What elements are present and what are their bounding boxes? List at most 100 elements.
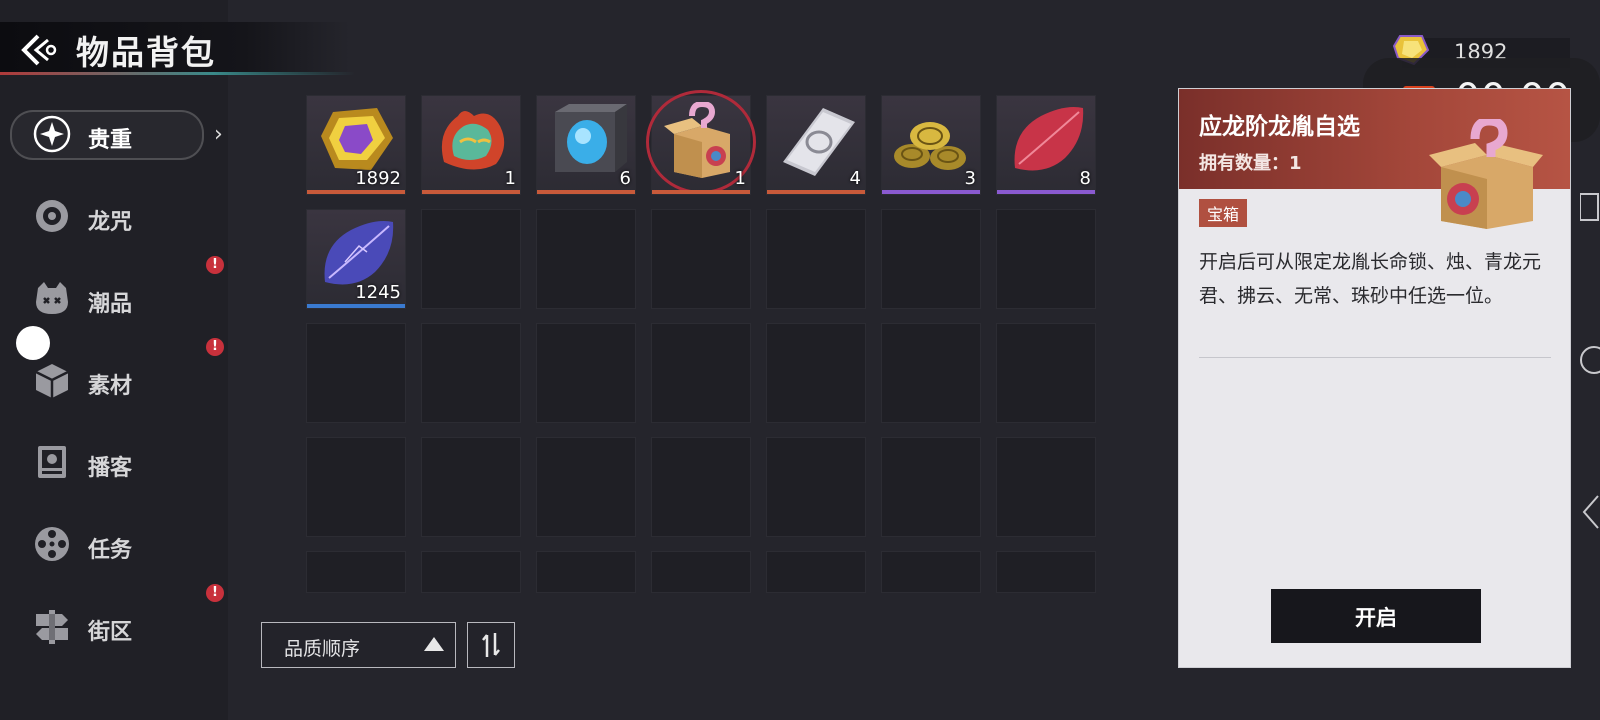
item-count: 1892 (355, 168, 401, 189)
recents-icon[interactable] (1580, 193, 1599, 221)
back-icon[interactable] (1582, 495, 1599, 529)
inventory-slot-empty (766, 209, 866, 309)
chevron-right-icon: › (214, 122, 223, 147)
back-arrow-icon (21, 34, 57, 66)
sparkle-icon (33, 115, 71, 153)
item-count: 1 (504, 168, 516, 189)
inventory-slot-empty (766, 551, 866, 593)
rarity-bar (422, 190, 520, 194)
rarity-bar (307, 190, 405, 194)
sort-order-icon (482, 633, 500, 657)
inventory-slot-empty (421, 209, 521, 309)
sidebar-item-trendy[interactable]: 潮品 (0, 266, 228, 330)
inventory-slot-empty (881, 551, 981, 593)
owned-count: 拥有数量：1 (1199, 153, 1302, 174)
notification-badge: ! (206, 256, 224, 274)
blue-leaf-icon (324, 221, 394, 285)
mystery-box-icon (664, 102, 730, 178)
sidebar-item-district[interactable]: 街区 (0, 594, 228, 658)
item-detail-panel: 应龙阶龙胤自选 拥有数量：1 宝箱 开启后可从限定龙胤长命锁、烛、青龙元君、拂云… (1178, 88, 1571, 668)
inventory-slot-empty (536, 437, 636, 537)
inventory-slot-empty (651, 437, 751, 537)
podcast-icon (38, 446, 66, 478)
inventory-slot-empty (996, 551, 1096, 593)
sidebar-item-tasks[interactable]: 任务 (0, 512, 228, 576)
inventory-slot-gold-coins[interactable]: 3 (881, 95, 981, 195)
item-name: 应龙阶龙胤自选 (1199, 114, 1360, 140)
inventory-slot-mystery-box[interactable]: 1 (646, 90, 756, 195)
inventory-slot-silver-ticket[interactable]: 4 (766, 95, 866, 195)
inventory-slot-empty (306, 551, 406, 593)
rarity-bar (307, 304, 405, 308)
floating-assist-button[interactable] (16, 326, 50, 360)
sidebar-item-label: 任务 (88, 538, 133, 563)
inventory-slot-empty (306, 323, 406, 423)
sidebar-item-podcast[interactable]: 播客 (0, 430, 228, 494)
item-count: 3 (964, 168, 976, 189)
rarity-bar (767, 190, 865, 194)
flame-mask-icon (441, 111, 505, 170)
inventory-slot-empty (996, 323, 1096, 423)
inventory-slot-red-leaf[interactable]: 8 (996, 95, 1096, 195)
red-leaf-icon (1014, 107, 1084, 171)
inventory-slot-empty (766, 323, 866, 423)
sidebar-item-label: 播客 (88, 456, 133, 481)
home-icon[interactable] (1580, 346, 1600, 374)
sidebar-item-label: 素材 (88, 374, 133, 399)
rarity-bar (652, 190, 750, 194)
page-title: 物品背包 (76, 33, 216, 72)
item-count: 1 (734, 168, 746, 189)
inventory-slot-blue-leaf[interactable]: 1245 (306, 209, 406, 309)
item-description: 开启后可从限定龙胤长命锁、烛、青龙元君、拂云、无常、珠砂中任选一位。 (1199, 251, 1542, 307)
inventory-slot-empty (881, 323, 981, 423)
item-count: 1245 (355, 282, 401, 303)
item-count: 8 (1079, 168, 1091, 189)
inventory-slot-empty (421, 323, 521, 423)
rarity-bar (997, 190, 1095, 194)
sort-label: 品质顺序 (284, 638, 361, 660)
system-nav-bar (1580, 193, 1600, 529)
blue-cube-icon (555, 104, 627, 172)
inventory-slot-blue-cube[interactable]: 6 (536, 95, 636, 195)
item-count: 6 (619, 168, 631, 189)
sidebar-item-label: 龙咒 (88, 210, 133, 235)
gold-coins-icon (894, 122, 966, 170)
cat-face-icon (36, 282, 68, 314)
inventory-slot-empty (881, 209, 981, 309)
back-button[interactable] (18, 30, 62, 70)
box-icon (35, 364, 69, 398)
open-button[interactable]: 开启 (1271, 589, 1481, 643)
inventory-slot-gem[interactable]: 1892 (306, 95, 406, 195)
sort-order-toggle[interactable] (467, 622, 515, 668)
sort-dropdown[interactable]: 品质顺序 (261, 622, 456, 668)
notification-badge: ! (206, 338, 224, 356)
inventory-slot-flame-mask[interactable]: 1 (421, 95, 521, 195)
sidebar-item-dragon-curse[interactable]: 龙咒 (0, 184, 228, 248)
rarity-bar (882, 190, 980, 194)
divider (1199, 357, 1551, 358)
silver-ticket-icon (783, 108, 855, 176)
rarity-bar (537, 190, 635, 194)
inventory-slot-empty (536, 209, 636, 309)
sidebar-item-valuables[interactable]: 贵重 › (0, 102, 228, 166)
inventory-slot-empty (306, 437, 406, 537)
inventory-slot-empty (536, 323, 636, 423)
notification-badge: ! (206, 584, 224, 602)
inventory-slot-empty (536, 551, 636, 593)
ring-icon (36, 200, 68, 232)
sidebar-item-label: 街区 (88, 620, 133, 645)
inventory-slot-empty (651, 209, 751, 309)
signpost-icon (36, 610, 68, 644)
caret-up-icon (424, 637, 444, 651)
inventory-slot-empty (421, 551, 521, 593)
item-type-tag: 宝箱 (1199, 199, 1248, 227)
inventory-slot-empty (651, 323, 751, 423)
inventory-slot-empty (421, 437, 521, 537)
gem-icon (321, 108, 393, 170)
inventory-slot-empty (766, 437, 866, 537)
sidebar-item-label: 贵重 (88, 128, 133, 153)
mystery-box-icon (1429, 119, 1543, 229)
inventory-slot-empty (881, 437, 981, 537)
item-count: 4 (849, 168, 861, 189)
inventory-slot-empty (996, 209, 1096, 309)
